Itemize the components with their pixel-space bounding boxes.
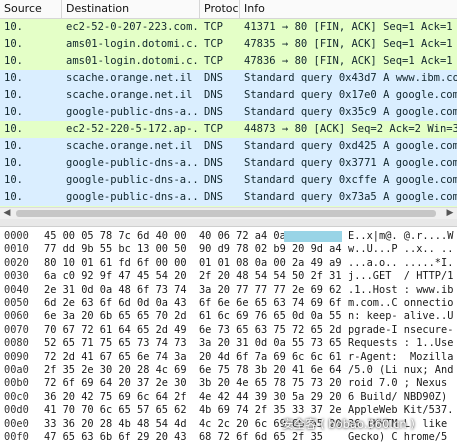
packet-info: Standard query 0x73a5 A google.com xyxy=(244,191,457,203)
packet-source: 10. xyxy=(4,106,23,118)
packet-destination: google-public-dns-a... xyxy=(66,174,200,186)
packet-destination: scache.orange.net.il xyxy=(66,89,193,101)
packet-row[interactable]: 10. google-public-dns-a... DNS Standard que… xyxy=(0,104,457,121)
packet-row[interactable]: 10. google-public-dns-a... DNS Standard que… xyxy=(0,155,457,172)
packet-row[interactable]: 10. ec2-52-220-5-172.ap-... TCP 44873 → 80 … xyxy=(0,121,457,138)
packet-list: Source Destination Protocol Info 10. ec2-… xyxy=(0,0,457,207)
packet-protocol: TCP xyxy=(204,55,223,67)
packet-destination: scache.orange.net.il xyxy=(66,72,193,84)
packet-protocol: DNS xyxy=(204,72,223,84)
packet-info: 41371 → 80 [FIN, ACK] Seq=1 Ack=1 W xyxy=(244,21,457,33)
packet-protocol: DNS xyxy=(204,191,223,203)
packet-info: Standard query 0x17e0 A google.com xyxy=(244,89,457,101)
packet-source: 10. xyxy=(4,21,23,33)
packet-source: 10. xyxy=(4,191,23,203)
packet-source: 10. xyxy=(4,123,23,135)
packet-row[interactable]: 10. google-public-dns-a... DNS Standard que… xyxy=(0,172,457,189)
packet-info: Standard query 0x43d7 A www.ibm.com xyxy=(244,72,457,84)
packet-row[interactable]: 10. scache.orange.net.il DNS Standard query… xyxy=(0,87,457,104)
packet-info: 47835 → 80 [FIN, ACK] Seq=1 Ack=1 W xyxy=(244,38,457,50)
packet-source: 10. xyxy=(4,174,23,186)
packet-protocol: DNS xyxy=(204,89,223,101)
packet-source: 10. xyxy=(4,38,23,50)
packet-destination: ec2-52-0-207-223.com... xyxy=(66,21,200,33)
scrollbar-thumb[interactable] xyxy=(16,210,436,217)
packet-info: 44873 → 80 [ACK] Seq=2 Ack=2 Win=343 xyxy=(244,123,457,135)
packet-list-header: Source Destination Protocol Info xyxy=(0,0,457,19)
horizontal-scrollbar[interactable]: ◀ ▶ xyxy=(0,207,457,219)
packet-protocol: TCP xyxy=(204,123,223,135)
packet-row[interactable]: 10. ams01-login.dotomi.c... TCP 47836 → 80 … xyxy=(0,53,457,70)
packet-protocol: DNS xyxy=(204,106,223,118)
hex-selection-highlight xyxy=(284,231,342,242)
packet-row[interactable]: 10. scache.orange.net.il DNS Standard query… xyxy=(0,70,457,87)
packet-destination: google-public-dns-a... xyxy=(66,191,200,203)
packet-destination: scache.orange.net.il xyxy=(66,140,193,152)
packet-destination: google-public-dns-a... xyxy=(66,157,200,169)
column-header-protocol[interactable]: Protocol xyxy=(200,0,240,18)
packet-destination: ams01-login.dotomi.c... xyxy=(66,55,200,67)
hex-dump-pane: 0000 45 00 05 78 7c 6d 40 00 40 06 72 a4 … xyxy=(0,227,457,443)
pane-splitter[interactable] xyxy=(0,219,457,227)
packet-row[interactable]: 10. ams01-login.dotomi.c... TCP 47835 → 80 … xyxy=(0,36,457,53)
packet-info: Standard query 0xcffe A google.com xyxy=(244,174,457,186)
column-header-source[interactable]: Source xyxy=(0,0,62,18)
watermark: 安全客 ( bobao.360.cn ) xyxy=(282,417,415,431)
packet-protocol: DNS xyxy=(204,140,223,152)
packet-info: Standard query 0xd425 A google.com xyxy=(244,140,457,152)
packet-protocol: TCP xyxy=(204,21,223,33)
packet-source: 10. xyxy=(4,157,23,169)
packet-source: 10. xyxy=(4,55,23,67)
packet-destination: ams01-login.dotomi.c... xyxy=(66,38,200,50)
packet-info: Standard query 0x3771 A google.com xyxy=(244,157,457,169)
packet-row[interactable]: 10. google-public-dns-a... DNS Standard que… xyxy=(0,189,457,206)
packet-destination: ec2-52-220-5-172.ap-... xyxy=(66,123,200,135)
scroll-right-arrow-icon[interactable]: ▶ xyxy=(444,208,456,219)
packet-protocol: TCP xyxy=(204,38,223,50)
packet-info: 47836 → 80 [FIN, ACK] Seq=1 Ack=1 W xyxy=(244,55,457,67)
packet-protocol: DNS xyxy=(204,157,223,169)
column-header-destination[interactable]: Destination xyxy=(62,0,200,18)
packet-row[interactable]: 10. scache.orange.net.il DNS Standard query… xyxy=(0,138,457,155)
packet-info: Standard query 0x35c9 A google.com xyxy=(244,106,457,118)
packet-source: 10. xyxy=(4,89,23,101)
hex-offset: 00f0 xyxy=(4,431,29,443)
scroll-left-arrow-icon[interactable]: ◀ xyxy=(1,208,13,219)
packet-source: 10. xyxy=(4,72,23,84)
packet-destination: google-public-dns-a... xyxy=(66,106,200,118)
packet-row[interactable]: 10. ec2-52-0-207-223.com... TCP 41371 → 80 … xyxy=(0,19,457,36)
packet-protocol: DNS xyxy=(204,174,223,186)
packet-source: 10. xyxy=(4,140,23,152)
column-header-info[interactable]: Info xyxy=(240,0,457,18)
